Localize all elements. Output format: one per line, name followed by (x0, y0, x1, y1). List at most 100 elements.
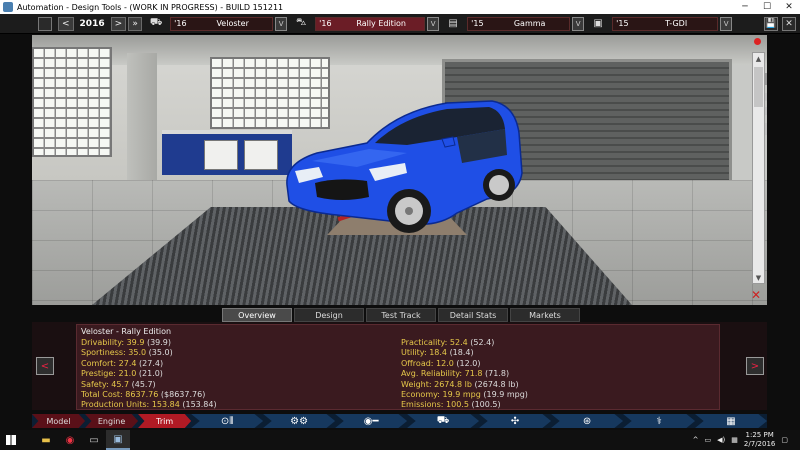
engine-family-dropdown-button[interactable]: V (572, 16, 585, 31)
stat-value: 12.0 (436, 358, 454, 368)
engine-variant-year: '15 (616, 19, 629, 28)
exit-icon[interactable]: ✕ (782, 17, 796, 31)
save-icon[interactable]: 💾 (764, 17, 778, 31)
stat-base-value: (100.5) (471, 400, 501, 410)
stat-label: Sportiness: (81, 348, 126, 358)
reset-view-icon[interactable]: ✕ (751, 288, 761, 302)
stat-value: 19.9 mpg (442, 389, 481, 399)
stat-base-value: (18.4) (449, 348, 474, 358)
trim-dropdown-button[interactable]: V (427, 16, 440, 31)
scroll-down-icon[interactable]: ▼ (753, 272, 764, 283)
scroll-up-icon[interactable]: ▲ (753, 53, 764, 64)
tab-detail-stats[interactable]: Detail Stats (438, 308, 508, 322)
stat-value: 21.0 (118, 369, 137, 379)
system-tray: ^ ▭ ◀) ▦ 1:25 PM 2/7/2016 ▢ (693, 431, 800, 449)
stats-column-right: Practicality: 52.4 (52.4) Utility: 18.4 (… (401, 338, 528, 411)
stat-row: Practicality: 52.4 (52.4) (401, 338, 528, 348)
prev-year-button[interactable]: < (58, 16, 74, 31)
stat-value: 39.9 (126, 338, 145, 347)
stat-value: 153.84 (151, 400, 180, 410)
workflow-step-model[interactable]: Model (32, 414, 86, 428)
fast-forward-year-button[interactable]: » (128, 16, 143, 31)
stat-row: Drivability: 39.9 (39.9) (81, 338, 217, 348)
window-title: Automation - Design Tools - (WORK IN PRO… (17, 2, 284, 12)
tab-design[interactable]: Design (294, 308, 364, 322)
workflow-step-body-icon[interactable]: ⛟ (407, 414, 480, 428)
stat-row: Weight: 2674.8 lb (2674.8 lb) (401, 380, 528, 390)
stat-label: Safety: (81, 379, 109, 389)
tab-test-track[interactable]: Test Track (366, 308, 436, 322)
workflow-step-wheels-icon[interactable]: ◉━ (335, 414, 408, 428)
stat-row: Total Cost: 8637.76 ($8637.76) (81, 390, 217, 400)
media-icon[interactable]: ▭ (82, 430, 106, 450)
start-button[interactable] (0, 430, 22, 450)
stat-row: Utility: 18.4 (18.4) (401, 348, 528, 358)
model-field[interactable]: '16 Veloster (170, 16, 274, 31)
minimize-button[interactable]: ─ (734, 0, 756, 14)
engine-family-field[interactable]: '15 Gamma (467, 16, 571, 31)
volume-icon[interactable]: ◀) (717, 436, 725, 444)
engine-variant-field[interactable]: '15 T-GDI (612, 16, 719, 31)
stat-base-value: (19.9 mpg) (483, 389, 528, 399)
stat-base-value: (45.7) (131, 379, 156, 389)
workflow-step-interior-icon[interactable]: ⊛ (551, 414, 624, 428)
tab-overview[interactable]: Overview (222, 308, 292, 322)
workflow-step-trim[interactable]: Trim (138, 414, 192, 428)
stat-value: 18.4 (429, 348, 448, 358)
notifications-icon[interactable]: ▢ (781, 436, 788, 444)
stat-base-value: (27.4) (139, 358, 164, 368)
stat-base-value: (71.8) (485, 369, 510, 379)
stat-value: 52.4 (449, 338, 468, 347)
stat-label: Drivability: (81, 338, 125, 347)
stat-base-value: (2674.8 lb) (474, 379, 519, 389)
folder-icon[interactable]: ▬ (34, 430, 58, 450)
next-year-button[interactable]: > (110, 16, 127, 31)
next-page-button[interactable]: > (746, 357, 764, 375)
stat-base-value: (153.84) (182, 400, 217, 410)
workflow-step-suspension-icon[interactable]: ⚙⚙ (263, 414, 336, 428)
stat-row: Avg. Reliability: 71.8 (71.8) (401, 369, 528, 379)
trim-field[interactable]: '16 Rally Edition (315, 16, 426, 31)
clock[interactable]: 1:25 PM 2/7/2016 (744, 431, 775, 449)
chrome-icon[interactable]: ◉ (58, 430, 82, 450)
cabinet-drawer (204, 140, 238, 170)
stat-label: Emissions: (401, 400, 444, 410)
car-trim-icon: ⛍ (296, 17, 307, 28)
workflow-step-engine[interactable]: Engine (85, 414, 139, 428)
calendar-icon[interactable] (38, 17, 52, 31)
stat-label: Utility: (401, 348, 427, 358)
trim-name: Rally Edition (356, 19, 406, 28)
stat-base-value: (39.9) (146, 338, 172, 347)
workflow-step-finish-icon[interactable]: ▦ (695, 414, 768, 428)
car-3d-viewport[interactable] (32, 35, 767, 305)
stat-label: Offroad: (401, 358, 434, 368)
record-icon[interactable] (754, 38, 761, 45)
workflow-step-fan-icon[interactable]: ✣ (479, 414, 552, 428)
engine-variant-dropdown-button[interactable]: V (720, 16, 733, 31)
viewport-scrollbar[interactable]: ▲ ▼ (752, 52, 765, 284)
chevron-up-icon[interactable]: ^ (693, 436, 699, 444)
stats-column-left: Drivability: 39.9 (39.9) Sportiness: 35.0… (81, 338, 217, 411)
prev-page-button[interactable]: < (36, 357, 54, 375)
stat-label: Weight: (401, 379, 432, 389)
automation-icon[interactable]: ▣ (106, 430, 130, 450)
stat-row: Emissions: 100.5 (100.5) (401, 400, 528, 410)
car-model-render[interactable] (257, 93, 527, 243)
trim-year: '16 (319, 19, 332, 28)
overview-stats: Veloster - Rally Edition Drivability: 39… (76, 324, 720, 410)
model-dropdown-button[interactable]: V (275, 16, 288, 31)
keyboard-icon[interactable]: ▦ (731, 436, 738, 444)
scrollbar-thumb[interactable] (754, 67, 763, 107)
stat-row: Economy: 19.9 mpg (19.9 mpg) (401, 390, 528, 400)
garage-window-left (32, 47, 112, 157)
stat-base-value: (52.4) (470, 338, 495, 347)
network-icon[interactable]: ▭ (705, 436, 712, 444)
workflow-step-safety-icon[interactable]: ⚕ (623, 414, 696, 428)
maximize-button[interactable]: ☐ (756, 0, 778, 14)
tab-markets[interactable]: Markets (510, 308, 580, 322)
stat-row: Sportiness: 35.0 (35.0) (81, 348, 217, 358)
engine-family-name: Gamma (513, 19, 546, 28)
workflow-step-drivetrain-icon[interactable]: ⊙⫴ (191, 414, 264, 428)
close-button[interactable]: ✕ (778, 0, 800, 14)
stat-value: 100.5 (446, 400, 469, 410)
